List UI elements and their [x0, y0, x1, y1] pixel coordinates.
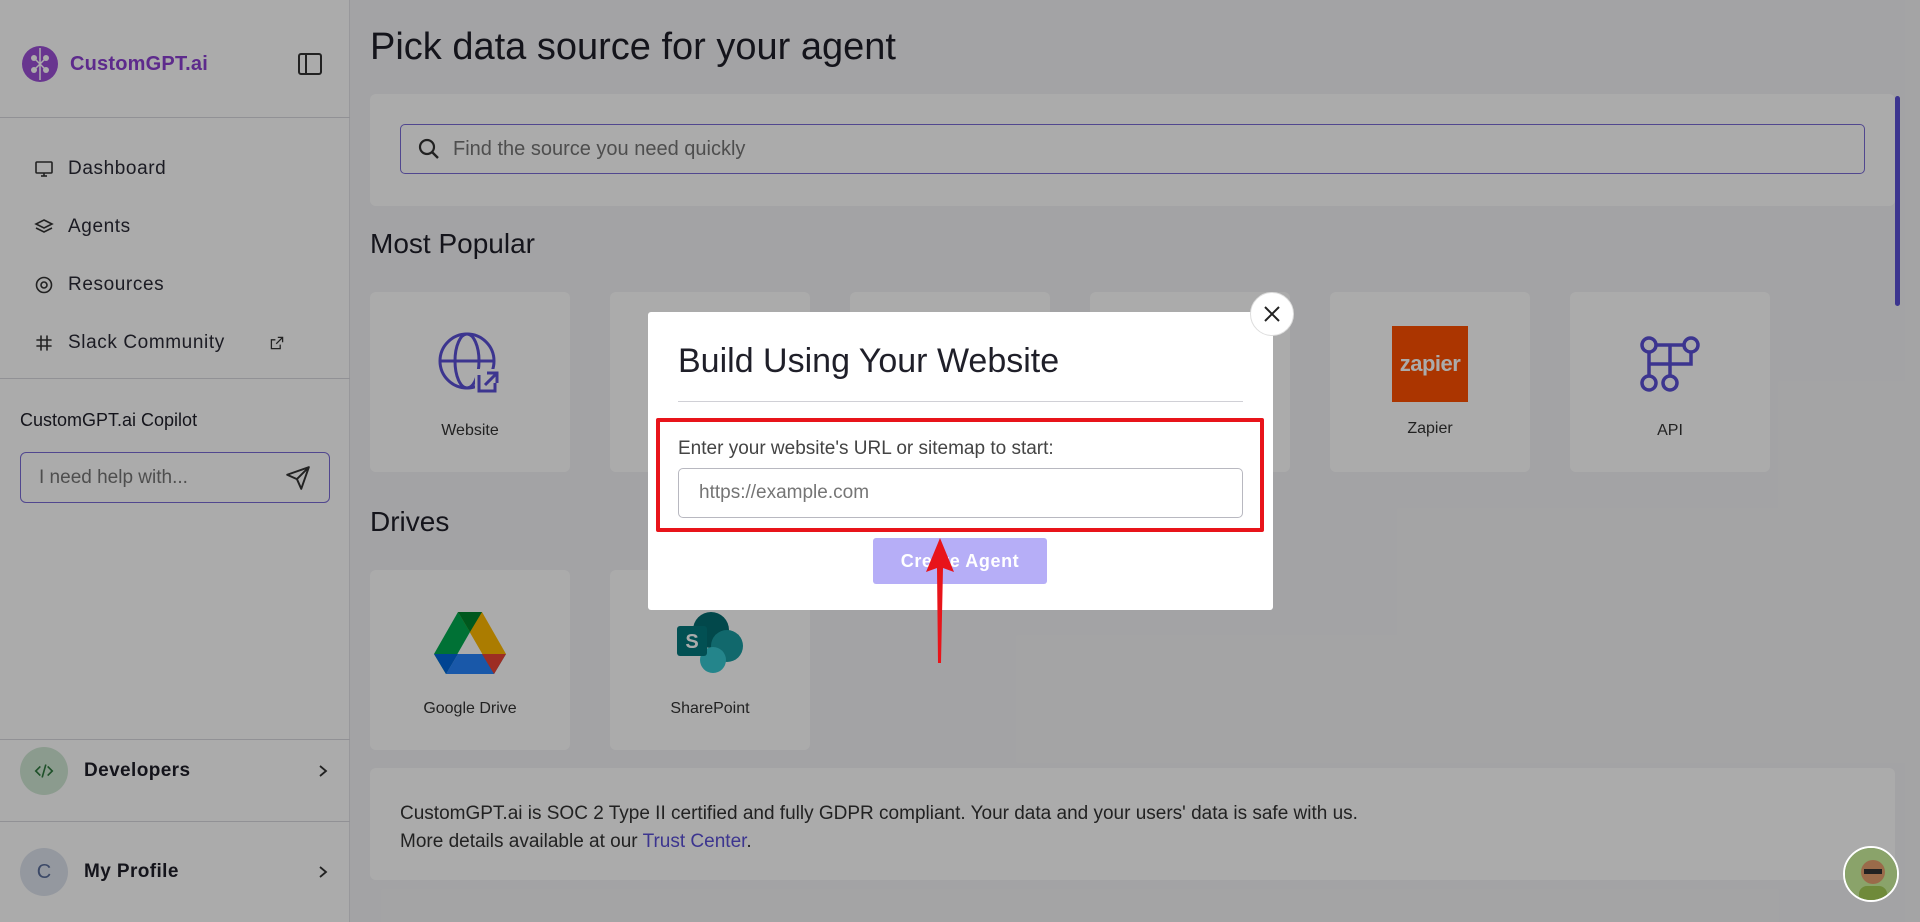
annotation-arrow-icon	[926, 538, 954, 663]
support-chat-avatar[interactable]	[1843, 846, 1899, 902]
modal-title: Build Using Your Website	[678, 342, 1060, 380]
close-modal-button[interactable]	[1250, 292, 1294, 336]
close-icon	[1264, 306, 1280, 322]
modal-divider	[678, 401, 1243, 402]
create-agent-button[interactable]: Create Agent	[873, 538, 1047, 584]
annotation-highlight-box	[656, 418, 1264, 532]
